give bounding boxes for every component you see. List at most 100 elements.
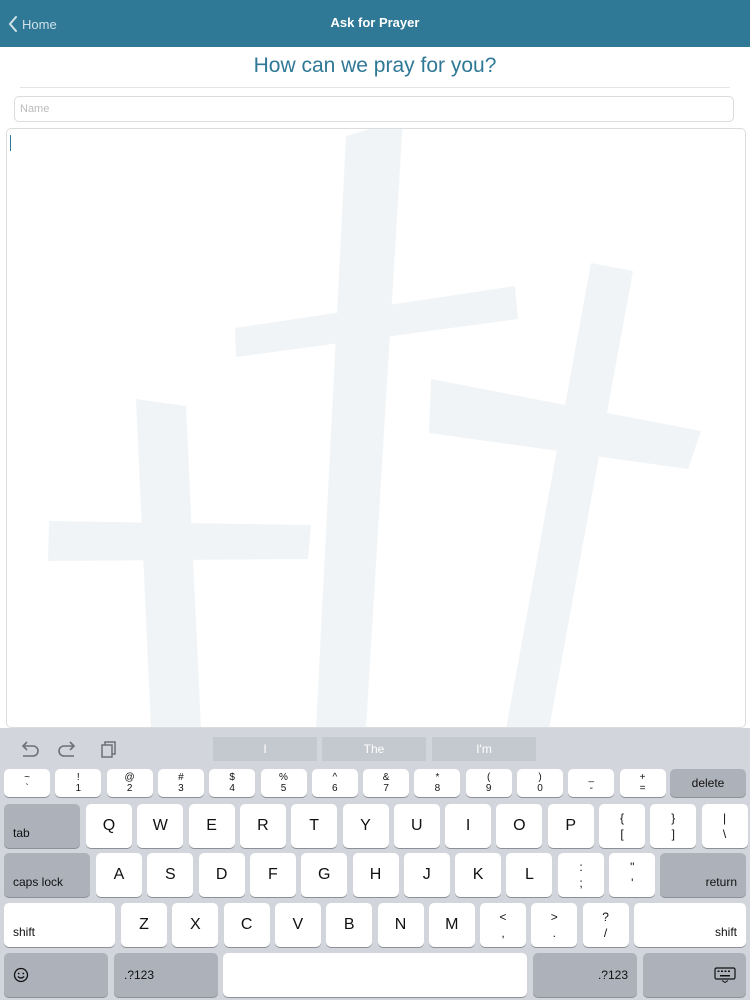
key-o[interactable]: O [496, 804, 543, 848]
key-number-7[interactable]: & 7 [363, 769, 410, 797]
key-bottom-char: 2 [126, 783, 133, 794]
key-top-char: : [579, 860, 583, 874]
caps-lock-key[interactable]: caps lock [4, 853, 90, 897]
key-letter: X [189, 916, 201, 933]
key-number-3[interactable]: #3 [157, 769, 204, 797]
key-p[interactable]: P [547, 804, 594, 848]
suggestion-3[interactable]: I'm [432, 737, 536, 761]
key-letter: F [268, 866, 278, 883]
key-top-char: } [671, 811, 676, 825]
key-number-6[interactable]: ^ 6 [311, 769, 358, 797]
key-top-char: ! [76, 772, 80, 783]
key-number-1[interactable]: ! 1 [55, 769, 102, 797]
suggestion-bar: I The I'm [0, 728, 750, 768]
key-symbol-4[interactable]: " ' [609, 853, 656, 897]
key-q[interactable]: Q [86, 804, 132, 848]
key-k[interactable]: K [455, 853, 502, 897]
key-letter: J [422, 866, 431, 883]
key-letter: S [164, 866, 176, 883]
key-top-char: % [279, 772, 288, 783]
key-f[interactable]: F [249, 853, 296, 897]
key-bottom-char: ` [25, 783, 29, 794]
key-letter: K [472, 866, 484, 883]
key-y[interactable]: Y [342, 804, 389, 848]
numbers-key-label: .?123 [124, 968, 155, 982]
key-s[interactable]: S [147, 853, 194, 897]
key-e[interactable]: E [188, 804, 235, 848]
key-top-char: & [382, 772, 390, 783]
key-symbol-2[interactable]: | \ [701, 804, 748, 848]
key-number-8[interactable]: * 8 [414, 769, 461, 797]
key-letter: A [113, 866, 125, 883]
key-bottom-char: = [639, 783, 646, 794]
tab-key[interactable]: tab [4, 804, 80, 848]
shift-key-right[interactable]: shift [634, 903, 746, 947]
key-letter: I [465, 817, 471, 834]
hide-keyboard-key[interactable] [643, 953, 746, 997]
key-bottom-char: 8 [434, 783, 441, 794]
key-bottom-char: . [552, 926, 556, 940]
key-symbol-1[interactable]: }] [650, 804, 697, 848]
key-letter: U [411, 817, 423, 834]
key-top-char: $ [229, 772, 235, 783]
key-i[interactable]: I [445, 804, 492, 848]
key-n[interactable]: N [377, 903, 424, 947]
key-c[interactable]: C [223, 903, 270, 947]
suggestion-2[interactable]: The [322, 737, 426, 761]
key-top-char: * [435, 772, 440, 783]
key-symbol-0[interactable]: {[ [599, 804, 645, 848]
key-symbol-3[interactable]: :; [558, 853, 604, 897]
shift-key-left[interactable]: shift [4, 903, 115, 947]
key-number-12[interactable]: + = [619, 769, 666, 797]
paste-icon[interactable] [98, 740, 120, 758]
name-input[interactable] [14, 96, 734, 122]
space-bar[interactable] [223, 953, 527, 997]
key-number-9[interactable]: (9 [465, 769, 512, 797]
key-number-10[interactable]: ) 0 [517, 769, 563, 797]
numbers-key-right[interactable]: .?123 [533, 953, 637, 997]
suggestion-1[interactable]: I [213, 737, 317, 761]
key-letter: C [240, 916, 253, 933]
key-a[interactable]: A [96, 853, 142, 897]
key-bottom-char: [ [620, 827, 624, 841]
key-l[interactable]: L [506, 853, 553, 897]
key-r[interactable]: R [239, 804, 286, 848]
key-symbol-6[interactable]: >. [531, 903, 578, 947]
key-x[interactable]: X [172, 903, 219, 947]
key-letter: W [152, 817, 168, 834]
key-number-11[interactable]: _ - [568, 769, 615, 797]
key-b[interactable]: B [326, 903, 373, 947]
key-d[interactable]: D [198, 853, 245, 897]
key-number-5[interactable]: % 5 [260, 769, 307, 797]
key-number-4[interactable]: $4 [209, 769, 256, 797]
redo-icon[interactable] [57, 740, 79, 758]
key-u[interactable]: U [393, 804, 440, 848]
prayer-message-textarea[interactable] [6, 128, 746, 728]
key-number-0[interactable]: ~ ` [4, 769, 50, 797]
key-top-char: > [550, 910, 558, 924]
tab-key-label: tab [13, 826, 30, 840]
key-v[interactable]: V [274, 903, 321, 947]
key-letter: B [343, 916, 355, 933]
shift-label: shift [714, 925, 737, 939]
emoji-key[interactable] [4, 953, 108, 997]
key-number-2[interactable]: @2 [106, 769, 153, 797]
key-symbol-7[interactable]: ? / [582, 903, 629, 947]
key-top-char: < [499, 910, 507, 924]
key-g[interactable]: G [301, 853, 348, 897]
delete-key-label: delete [691, 776, 725, 790]
key-top-char: @ [124, 772, 135, 783]
delete-key[interactable]: delete [670, 769, 746, 797]
numbers-key-left[interactable]: .?123 [114, 953, 218, 997]
key-w[interactable]: W [137, 804, 184, 848]
key-t[interactable]: T [291, 804, 338, 848]
key-h[interactable]: H [352, 853, 399, 897]
key-symbol-5[interactable]: <, [480, 903, 526, 947]
key-j[interactable]: J [403, 853, 450, 897]
key-z[interactable]: Z [121, 903, 167, 947]
key-letter: V [292, 916, 304, 933]
key-m[interactable]: M [428, 903, 475, 947]
page-title: Ask for Prayer [330, 15, 420, 30]
undo-icon[interactable] [18, 740, 40, 758]
return-key[interactable]: return [660, 853, 746, 897]
